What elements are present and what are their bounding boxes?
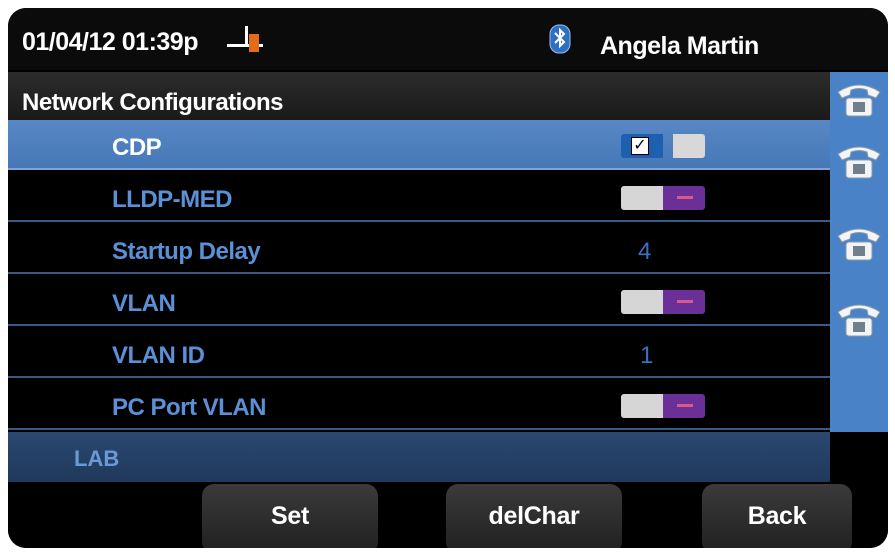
row-label: LLDP-MED	[112, 186, 232, 213]
phone-line-icon[interactable]	[834, 298, 884, 342]
pc-port-vlan-toggle[interactable]	[621, 394, 705, 418]
toggle-on-segment: ✓	[621, 134, 663, 158]
status-bar: 01/04/12 01:39p Angela Martin	[8, 8, 888, 70]
delchar-button[interactable]: delChar	[446, 484, 622, 548]
handset-offhook-icon	[225, 22, 265, 58]
vlan-id-value: 1	[640, 342, 654, 369]
toggle-on-segment	[621, 394, 663, 418]
footer-label: LAB	[74, 446, 120, 471]
toggle-off-segment	[663, 290, 705, 314]
startup-delay-value: 4	[638, 238, 652, 265]
cdp-toggle[interactable]: ✓	[621, 134, 705, 158]
list-item-startup-delay[interactable]: Startup Delay 4	[8, 224, 830, 274]
line-keys-column	[830, 72, 888, 432]
page-title: Network Configurations	[22, 89, 284, 116]
toggle-off-segment	[673, 134, 705, 158]
list-item-vlan-id[interactable]: VLAN ID 1	[8, 328, 830, 378]
title-bar: Network Configurations	[8, 72, 830, 120]
user-name: Angela Martin	[600, 32, 759, 60]
toggle-on-segment	[621, 290, 663, 314]
softkey-bar: Set delChar Back	[8, 482, 888, 548]
row-label: VLAN	[112, 290, 176, 317]
toggle-off-segment	[663, 186, 705, 210]
toggle-on-segment	[621, 186, 663, 210]
back-button[interactable]: Back	[702, 484, 852, 548]
row-label: PC Port VLAN	[112, 394, 267, 421]
phone-line-icon[interactable]	[834, 78, 884, 122]
vlan-toggle[interactable]	[621, 290, 705, 314]
date-time: 01/04/12 01:39p	[22, 28, 198, 56]
row-label: CDP	[112, 134, 162, 161]
phone-line-icon[interactable]	[834, 140, 884, 184]
list-item-vlan[interactable]: VLAN	[8, 276, 830, 326]
bluetooth-icon	[549, 24, 571, 54]
phone-line-icon[interactable]	[834, 222, 884, 266]
list-item-lldp-med[interactable]: LLDP-MED	[8, 172, 830, 222]
row-label: VLAN ID	[112, 342, 205, 369]
list-item-cdp[interactable]: CDP ✓	[8, 120, 830, 170]
lldp-med-toggle[interactable]	[621, 186, 705, 210]
checkmark-icon: ✓	[631, 137, 649, 155]
footer-label-bar: LAB	[8, 432, 830, 482]
row-label: Startup Delay	[112, 238, 261, 265]
list-item-pc-port-vlan[interactable]: PC Port VLAN	[8, 380, 830, 430]
phone-screen: 01/04/12 01:39p Angela Martin Network Co…	[8, 8, 888, 548]
set-button[interactable]: Set	[202, 484, 378, 548]
toggle-off-segment	[663, 394, 705, 418]
